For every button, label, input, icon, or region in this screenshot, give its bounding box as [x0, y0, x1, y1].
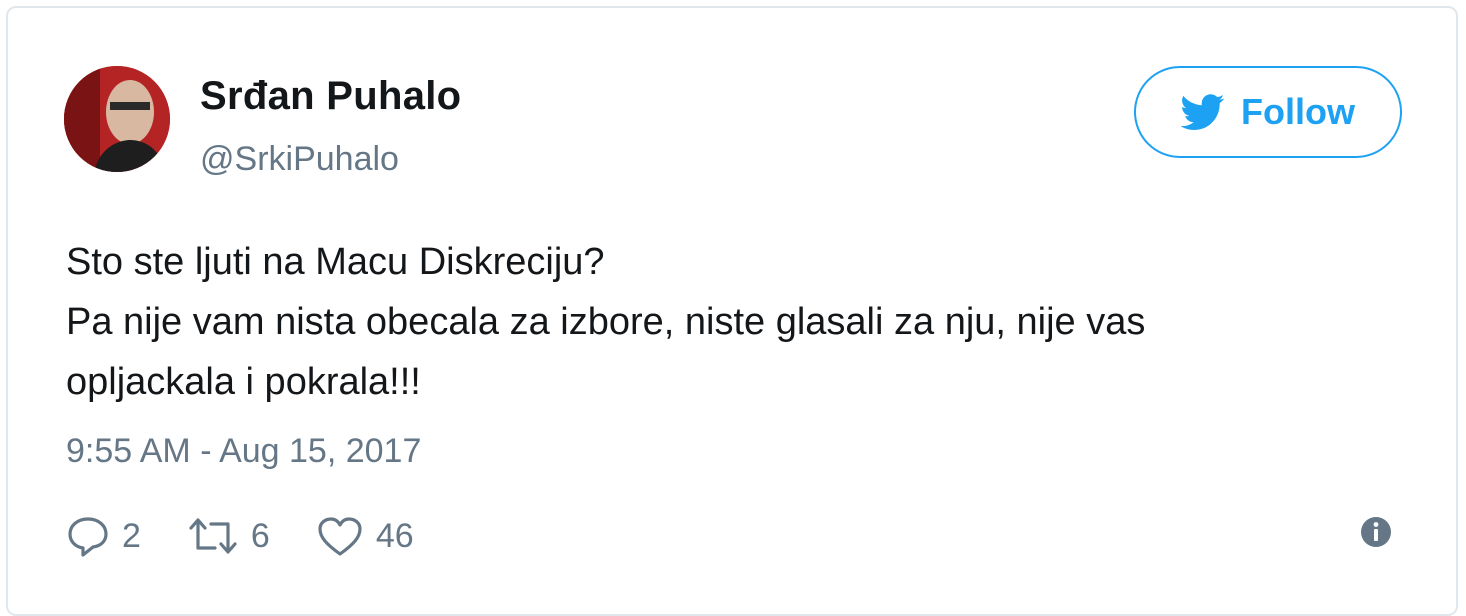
reply-icon [68, 517, 108, 557]
twitter-bird-icon [1180, 90, 1225, 134]
retweet-icon [189, 518, 237, 554]
reply-button[interactable]: 2 [66, 514, 141, 558]
like-count: 46 [375, 516, 414, 555]
retweet-count: 6 [250, 516, 270, 555]
heart-icon [318, 517, 362, 556]
retweet-button[interactable]: 6 [187, 514, 270, 558]
avatar[interactable] [64, 66, 170, 172]
tweet-card: Srđan Puhalo @SrkiPuhalo Follow Sto ste … [6, 6, 1458, 616]
info-icon[interactable] [1360, 516, 1392, 548]
follow-label: Follow [1241, 91, 1355, 132]
reply-count: 2 [122, 516, 141, 555]
like-button[interactable]: 46 [316, 514, 414, 558]
tweet-text-line: Pa nije vam nista obecala za izbore, nis… [66, 301, 1146, 343]
tweet-actions: 2 6 46 [66, 508, 460, 564]
tweet-text: Sto ste ljuti na Macu Diskreciju? Pa nij… [66, 232, 1446, 412]
tweet-timestamp[interactable]: 9:55 AM - Aug 15, 2017 [66, 432, 421, 471]
tweet-text-line: opljackala i pokrala!!! [66, 361, 421, 403]
author-handle[interactable]: @SrkiPuhalo [200, 140, 399, 179]
author-name[interactable]: Srđan Puhalo [200, 74, 461, 119]
tweet-text-line: Sto ste ljuti na Macu Diskreciju? [66, 241, 605, 283]
follow-button[interactable]: Follow [1134, 66, 1402, 158]
